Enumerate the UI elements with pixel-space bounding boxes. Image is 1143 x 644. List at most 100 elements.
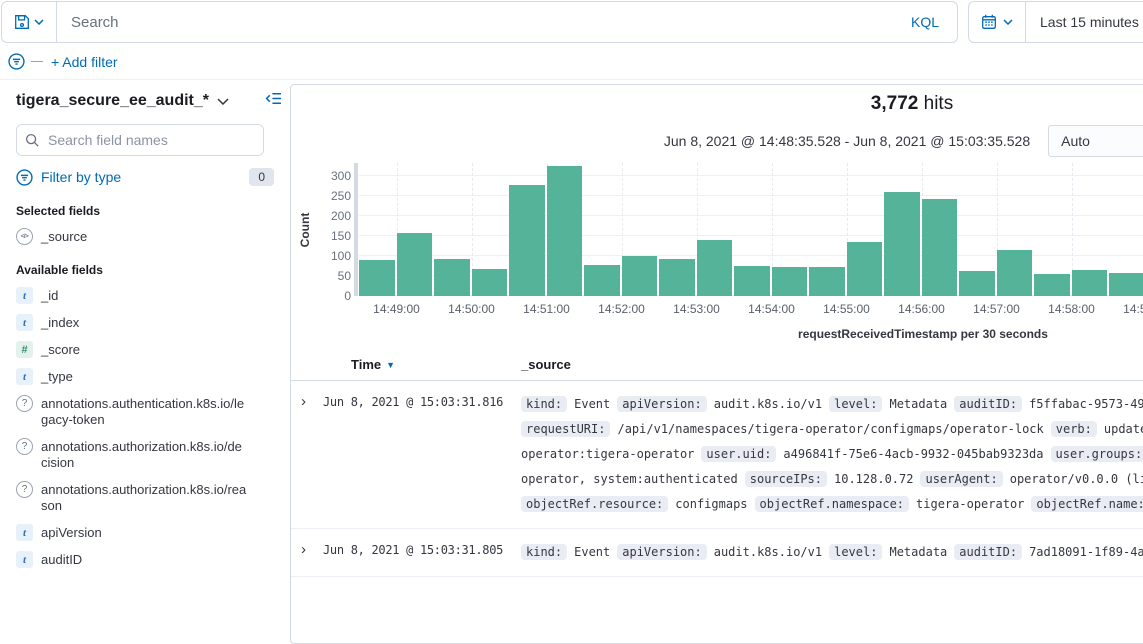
field-item-_score[interactable]: #_score [16,341,274,358]
histogram-bar-14:55:00[interactable] [847,242,883,296]
x-tick-label: 14:51:00 [511,302,583,316]
kql-button[interactable]: KQL [907,14,943,30]
index-pattern-title[interactable]: tigera_secure_ee_audit_* [16,92,209,110]
field-item-_source[interactable]: </>_source [16,228,274,245]
field-name: _score [41,341,247,358]
add-filter-button[interactable]: + Add filter [51,54,118,70]
time-column-header[interactable]: Time ▼ [351,357,521,372]
histogram-bar-14:49:00[interactable] [397,233,433,296]
field-item-annotations-authentication-k8s-io-legacy-token[interactable]: ?annotations.authentication.k8s.io/legac… [16,395,274,428]
field-value: Metadata [889,545,947,559]
row-source: kind:EventapiVersion:audit.k8s.io/v1leve… [521,391,1143,516]
field-value: Event [574,397,610,411]
search-input[interactable]: Search KQL [57,2,957,42]
field-search-input[interactable]: Search field names [16,124,264,156]
source-line: kind:EventapiVersion:audit.k8s.io/v1leve… [521,391,1143,416]
field-item-auditID[interactable]: t auditID [16,551,274,568]
histogram-bar-14:58:30[interactable] [1109,273,1143,296]
histogram-bar-14:56:00[interactable] [922,199,958,296]
field-name: auditID [41,551,247,568]
histogram-bar-14:49:30[interactable] [434,259,470,296]
string-type-icon: t [16,287,33,304]
y-tick-label: 200 [309,209,351,223]
search-placeholder: Search [71,14,907,31]
histogram-bar-14:52:30[interactable] [659,259,695,296]
field-name-badge: user.uid: [701,446,776,462]
histogram-bar-14:56:30[interactable] [959,271,995,296]
field-item-annotations-authorization-k8s-io-reason[interactable]: ?annotations.authorization.k8s.io/reason [16,481,274,514]
x-tick-label: 14:57:00 [961,302,1033,316]
histogram-bar-14:50:30[interactable] [509,185,545,296]
field-name-badge: verb: [1051,421,1097,437]
collapse-sidebar-icon[interactable] [265,90,282,107]
field-name-badge: userAgent: [920,471,1002,487]
field-name: _id [41,287,247,304]
histogram-bar-14:57:30[interactable] [1034,274,1070,296]
gridline [359,235,1143,236]
histogram-bar-14:48:30[interactable] [359,260,395,296]
expand-row-icon[interactable]: › [301,391,323,413]
field-value: /api/v1/namespaces/tigera-operator/confi… [617,422,1043,436]
calendar-icon [981,14,997,30]
expand-row-icon[interactable]: › [301,539,323,561]
unknown-type-icon: ? [16,438,33,455]
field-item-_id[interactable]: t _id [16,287,274,304]
chevron-down-icon[interactable] [217,98,229,105]
filter-icon[interactable] [8,53,25,70]
histogram-bar-14:55:30[interactable] [884,192,920,296]
histogram-bar-14:53:30[interactable] [734,266,770,296]
string-type-icon: t [16,551,33,568]
histogram-plot[interactable] [359,163,1143,296]
histogram-bar-14:57:00[interactable] [997,250,1033,296]
unknown-type-icon: ? [16,395,33,412]
histogram-bar-14:54:30[interactable] [809,267,845,296]
interval-select[interactable]: Auto [1048,125,1143,157]
gridline [359,175,1143,176]
hits-count: 3,772 hits [291,93,1143,115]
field-name: annotations.authorization.k8s.io/decisio… [41,438,247,471]
y-tick-label: 50 [309,269,351,283]
selected-fields-label: Selected fields [16,204,274,218]
source-line: objectRef.resource:configmapsobjectRef.n… [521,491,1143,516]
y-tick-label: 100 [309,249,351,263]
field-value: operator:tigera-operator [521,447,694,461]
field-item-_type[interactable]: t_type [16,368,274,385]
time-range-button[interactable]: Last 15 minutes [1026,14,1143,30]
field-value: f5ffabac-9573-4918-a8e2 [1029,397,1143,411]
saved-query-button[interactable] [2,2,57,42]
field-name-badge: auditID: [954,544,1022,560]
x-tick-label: 14:54:00 [736,302,808,316]
unknown-type-icon: ? [16,481,33,498]
query-bar: Search KQL Last 15 minutes [0,0,1143,44]
sort-desc-icon: ▼ [386,360,395,370]
histogram-bar-14:54:00[interactable] [772,267,808,296]
field-item-apiVersion[interactable]: tapiVersion [16,524,274,541]
available-fields-label: Available fields [16,263,274,277]
chevron-down-icon [1003,19,1013,25]
hits-number: 3,772 [871,93,919,114]
field-name-badge: apiVersion: [617,396,706,412]
histogram-bar-14:50:00[interactable] [472,269,508,296]
source-type-icon: </> [16,228,33,245]
string-type-icon: t [16,368,33,385]
histogram-bar-14:58:00[interactable] [1072,270,1108,296]
chart-time-range: Jun 8, 2021 @ 14:48:35.528 - Jun 8, 2021… [664,133,1030,149]
histogram-bar-14:52:00[interactable] [622,256,658,296]
field-value: 10.128.0.72 [834,472,913,486]
field-value: a496841f-75e6-4acb-9932-045bab9323da [783,447,1043,461]
field-item-_index[interactable]: t_index [16,314,274,331]
filter-by-type-button[interactable]: Filter by type [41,169,241,185]
histogram-bar-14:51:00[interactable] [547,166,583,296]
field-name-badge: auditID: [954,396,1022,412]
source-line: kind:EventapiVersion:audit.k8s.io/v1leve… [521,539,1143,564]
field-value: 7ad18091-1f89-4a97-9cba [1029,545,1143,559]
field-item-annotations-authorization-k8s-io-decision[interactable]: ? annotations.authorization.k8s.io/decisi… [16,438,274,471]
field-value: Metadata [889,397,947,411]
field-name-badge: objectRef.namespace: [755,496,910,512]
histogram-bar-14:53:00[interactable] [697,240,733,296]
discover-results-panel: 3,772 hits Jun 8, 2021 @ 14:48:35.528 - … [290,84,1143,644]
source-line: operator, system:authenticatedsourceIPs:… [521,466,1143,491]
histogram-bar-14:51:30[interactable] [584,265,620,296]
date-picker-calendar-button[interactable] [969,2,1026,42]
document-rows: ›Jun 8, 2021 @ 15:03:31.816kind:Eventapi… [291,381,1143,577]
